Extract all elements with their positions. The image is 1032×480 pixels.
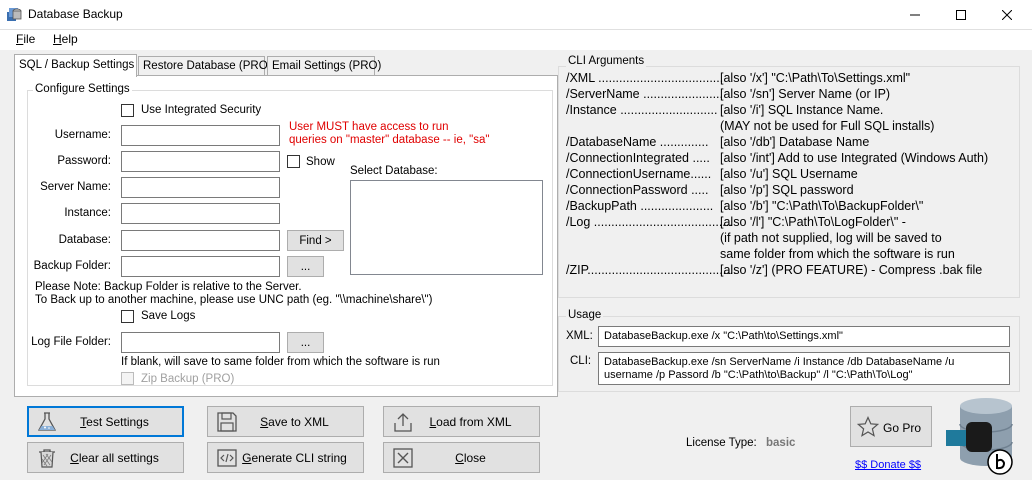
- close-icon: [1002, 10, 1012, 20]
- trash-can-icon: [39, 449, 55, 468]
- menu-bar: File Help: [0, 30, 1032, 50]
- configure-settings-legend: Configure Settings: [33, 83, 132, 95]
- backup-folder-note-1: Please Note: Backup Folder is relative t…: [35, 281, 302, 293]
- star-icon: [857, 416, 879, 437]
- minimize-icon: [910, 14, 920, 16]
- cli-arg-description: [also '/sn'] Server Name (or IP): [720, 87, 891, 101]
- save-logs-checkbox[interactable]: [121, 310, 134, 323]
- log-folder-hint: If blank, will save to same folder from …: [121, 356, 440, 368]
- tab-restore-database[interactable]: Restore Database (PRO): [138, 56, 271, 76]
- donate-link[interactable]: $$ Donate $$: [855, 459, 921, 471]
- backup-folder-input[interactable]: [121, 256, 280, 277]
- cli-arg-name: /ZIP....................................…: [566, 263, 737, 277]
- license-type-label: License Type:: [686, 437, 757, 449]
- tab-sql-backup-settings[interactable]: SQL / Backup Settings: [14, 54, 137, 77]
- usage-cli-field[interactable]: DatabaseBackup.exe /sn ServerName /i Ins…: [598, 352, 1010, 385]
- sql-backup-settings-panel: Configure Settings Use Integrated Securi…: [14, 75, 558, 397]
- integrated-security-checkbox[interactable]: [121, 104, 134, 117]
- cli-arg-description: (MAY not be used for Full SQL installs): [720, 119, 935, 133]
- password-label: Password:: [57, 155, 111, 167]
- cli-arg-name: /Instance ............................: [566, 103, 718, 117]
- cli-arg-name: /Log ...................................…: [566, 215, 733, 229]
- maximize-button[interactable]: [938, 0, 984, 30]
- cli-arg-description: [also '/z'] (PRO FEATURE) - Compress .ba…: [720, 263, 983, 277]
- cli-arg-name: /ServerName .......................: [566, 87, 723, 101]
- server-name-label: Server Name:: [40, 181, 111, 193]
- usage-cli-label: CLI:: [570, 355, 592, 367]
- cli-arg-name: /XML ...................................…: [566, 71, 724, 85]
- master-access-warning-1: User MUST have access to run: [289, 121, 449, 133]
- database-backup-icon: [7, 8, 22, 21]
- password-input[interactable]: [121, 151, 280, 172]
- cli-arguments-legend: CLI Arguments: [566, 55, 647, 67]
- cli-arg-description: [also '/x'] "C:\Path\To\Settings.xml": [720, 71, 911, 85]
- find-database-button[interactable]: Find >: [287, 230, 344, 251]
- cli-arg-name: /BackupPath .....................: [566, 199, 714, 213]
- close-button[interactable]: Close: [383, 442, 540, 473]
- zip-backup-label: Zip Backup (PRO): [141, 373, 235, 385]
- cli-arg-description: [also '/db'] Database Name: [720, 135, 870, 149]
- integrated-security-label: Use Integrated Security: [141, 104, 262, 116]
- close-box-icon: [393, 448, 413, 468]
- cli-arg-name: /ConnectionUsername......: [566, 167, 712, 181]
- test-settings-button[interactable]: Test Settings: [27, 406, 184, 437]
- server-name-input[interactable]: [121, 177, 280, 198]
- browse-backup-folder-button[interactable]: ...: [287, 256, 324, 277]
- database-input[interactable]: [121, 230, 280, 251]
- database-label: Database:: [58, 234, 111, 246]
- upload-icon: [394, 413, 412, 432]
- menu-help[interactable]: Help: [53, 32, 78, 46]
- code-icon: [217, 449, 237, 467]
- cli-arg-name: /ConnectionIntegrated .....: [566, 151, 710, 165]
- zip-backup-checkbox[interactable]: [121, 372, 134, 385]
- title-bar: Database Backup: [0, 0, 1032, 30]
- log-file-folder-input[interactable]: [121, 332, 280, 353]
- save-to-xml-button[interactable]: Save to XML: [207, 406, 364, 437]
- floppy-disk-icon: [217, 412, 237, 432]
- instance-label: Instance:: [64, 207, 111, 219]
- cli-arg-description: (if path not supplied, log will be saved…: [720, 231, 942, 245]
- usage-legend: Usage: [566, 309, 604, 321]
- menu-file[interactable]: File: [16, 32, 35, 46]
- save-logs-label: Save Logs: [141, 310, 196, 322]
- backup-folder-label: Backup Folder:: [33, 260, 111, 272]
- cli-arg-description: [also '/u'] SQL Username: [720, 167, 858, 181]
- load-from-xml-button[interactable]: Load from XML: [383, 406, 540, 437]
- log-file-folder-label: Log File Folder:: [31, 336, 111, 348]
- instance-input[interactable]: [121, 203, 280, 224]
- flask-icon: [37, 412, 57, 431]
- cli-arg-name: /ConnectionPassword .....: [566, 183, 709, 197]
- username-input[interactable]: [121, 125, 280, 146]
- cli-arg-description: same folder from which the software is r…: [720, 247, 955, 261]
- minimize-button[interactable]: [892, 0, 938, 30]
- select-database-label: Select Database:: [350, 165, 438, 177]
- username-label: Username:: [54, 129, 111, 141]
- database-fist-logo-icon: [946, 398, 1013, 475]
- cli-arg-description: [also '/int'] Add to use Integrated (Win…: [720, 151, 989, 165]
- master-access-warning-2: queries on "master" database -- ie, "sa": [289, 134, 490, 146]
- go-pro-button[interactable]: Go Pro: [850, 406, 932, 447]
- backup-folder-note-2: To Back up to another machine, please us…: [35, 294, 433, 306]
- show-password-label: Show: [306, 156, 335, 168]
- generate-cli-string-button[interactable]: Generate CLI string: [207, 442, 364, 473]
- tab-email-settings[interactable]: Email Settings (PRO): [267, 56, 381, 76]
- select-database-list[interactable]: [350, 180, 543, 275]
- close-window-button[interactable]: [984, 0, 1030, 30]
- cli-arg-description: [also '/p'] SQL password: [720, 183, 854, 197]
- usage-xml-field[interactable]: DatabaseBackup.exe /x "C:\Path\to\Settin…: [598, 326, 1010, 347]
- clear-all-settings-button[interactable]: Clear all settings: [27, 442, 184, 473]
- window-title: Database Backup: [28, 7, 123, 21]
- maximize-icon: [956, 10, 966, 20]
- usage-xml-label: XML:: [566, 330, 593, 342]
- cli-arg-description: [also '/b'] "C:\Path\To\BackupFolder\": [720, 199, 924, 213]
- show-password-checkbox[interactable]: [287, 155, 300, 168]
- browse-log-folder-button[interactable]: ...: [287, 332, 324, 353]
- cli-arg-description: [also '/l'] "C:\Path\To\LogFolder\" -: [720, 215, 906, 229]
- license-type-value: basic: [766, 437, 796, 449]
- cli-arg-name: /DatabaseName ..............: [566, 135, 709, 149]
- cli-arg-description: [also '/i'] SQL Instance Name.: [720, 103, 884, 117]
